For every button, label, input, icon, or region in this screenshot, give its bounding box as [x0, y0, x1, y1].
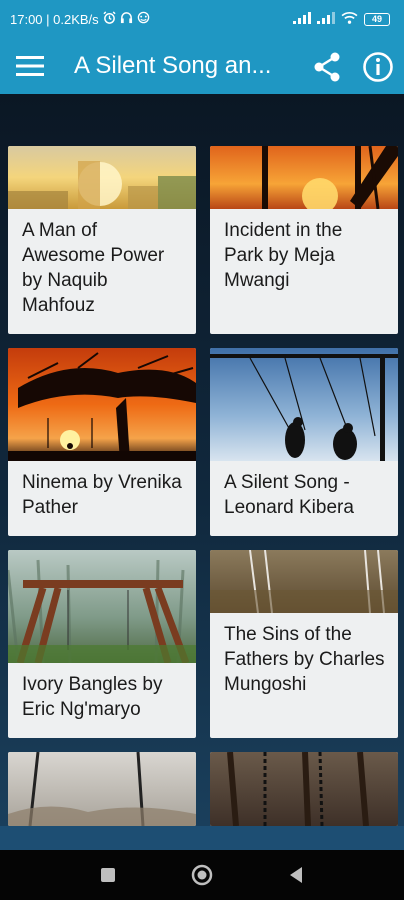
share-icon	[314, 52, 340, 82]
back-triangle-icon	[290, 867, 302, 883]
signal-icon	[317, 11, 335, 27]
signal-icon	[293, 11, 311, 27]
status-bar: 17:00 | 0.2KB/s 49	[0, 0, 404, 38]
story-card[interactable]: Ivory Bangles by Eric Ng'maryo	[8, 550, 196, 738]
alarm-icon	[103, 11, 116, 27]
story-title: The Sins of the Fathers by Charles Mungo…	[224, 624, 385, 695]
story-title: Incident in the Park by Meja Mwangi	[224, 220, 343, 291]
battery-icon: 49	[364, 12, 390, 26]
story-grid: A Man of Awesome Power by Naquib Mahfouz…	[0, 94, 404, 826]
app-bar: A Silent Song an...	[0, 38, 404, 94]
story-thumbnail	[210, 146, 398, 209]
story-card[interactable]	[8, 752, 196, 826]
hamburger-menu-icon	[16, 56, 44, 76]
notification-icon	[137, 11, 150, 27]
info-button[interactable]	[356, 46, 400, 88]
recents-button[interactable]	[96, 863, 120, 887]
home-button[interactable]	[190, 863, 214, 887]
system-nav-bar	[0, 850, 404, 900]
info-icon	[363, 52, 393, 82]
story-title: Ninema by Vrenika Pather	[22, 472, 182, 518]
battery-level: 49	[371, 14, 382, 24]
story-title: Ivory Bangles by Eric Ng'maryo	[22, 674, 163, 720]
story-card[interactable]	[210, 752, 398, 826]
wifi-icon	[341, 11, 358, 27]
ad-banner-area	[0, 826, 404, 850]
story-thumbnail	[210, 550, 398, 613]
story-card[interactable]: The Sins of the Fathers by Charles Mungo…	[210, 550, 398, 738]
story-card[interactable]: Incident in the Park by Meja Mwangi	[210, 146, 398, 334]
story-thumbnail	[8, 348, 196, 461]
story-title: A Man of Awesome Power by Naquib Mahfouz	[22, 220, 165, 316]
headphones-icon	[120, 11, 133, 27]
circle-icon	[191, 864, 213, 886]
story-card[interactable]: A Silent Song - Leonard Kibera	[210, 348, 398, 536]
square-icon	[101, 868, 115, 882]
story-thumbnail	[8, 752, 196, 826]
menu-button[interactable]	[0, 38, 60, 94]
status-time-speed: 17:00 | 0.2KB/s	[10, 11, 99, 27]
story-card[interactable]: Ninema by Vrenika Pather	[8, 348, 196, 536]
app-title: A Silent Song an...	[74, 52, 272, 79]
story-title: A Silent Song - Leonard Kibera	[224, 472, 354, 518]
story-thumbnail	[210, 752, 398, 826]
back-button[interactable]	[284, 863, 308, 887]
story-card[interactable]: A Man of Awesome Power by Naquib Mahfouz	[8, 146, 196, 334]
share-button[interactable]	[306, 46, 348, 88]
story-thumbnail	[8, 550, 196, 663]
story-thumbnail	[210, 348, 398, 461]
story-thumbnail	[8, 146, 196, 209]
